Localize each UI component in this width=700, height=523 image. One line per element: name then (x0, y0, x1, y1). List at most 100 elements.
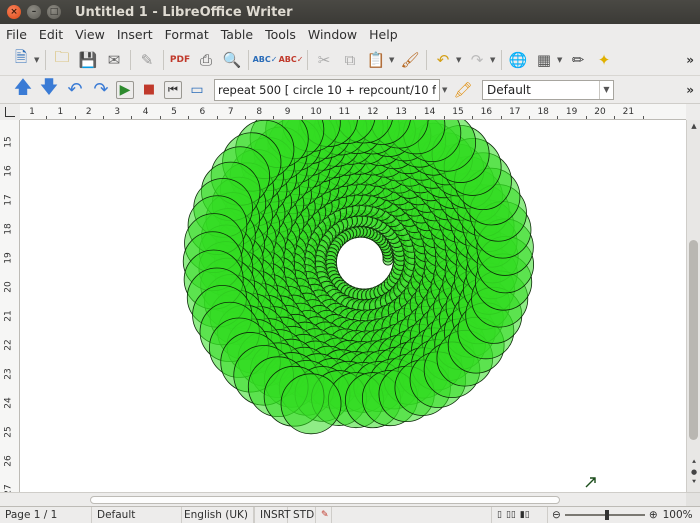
maximize-window-button[interactable]: □ (47, 5, 61, 19)
language-indicator[interactable]: English (UK) (182, 506, 254, 523)
window-title: Untitled 1 - LibreOffice Writer (75, 4, 293, 20)
ruler-tick (131, 116, 133, 119)
ruler-tick (273, 116, 275, 119)
autospell-icon[interactable]: ABC✓ (279, 49, 304, 71)
spiral-circle (280, 373, 342, 435)
menu-format[interactable]: Format (159, 27, 215, 42)
start-icon[interactable]: ▶ (116, 80, 134, 99)
menu-view[interactable]: View (69, 27, 111, 42)
title-bar: × – □ Untitled 1 - LibreOffice Writer (0, 0, 700, 24)
copy-icon[interactable]: ⧉ (339, 49, 361, 71)
ruler-number: 25 (3, 426, 14, 438)
ruler-number: 8 (256, 107, 263, 117)
book-view-icon[interactable]: ▮▯ (520, 510, 530, 520)
table-dropdown-icon[interactable]: ▼ (557, 56, 565, 64)
minimize-window-button[interactable]: – (27, 5, 41, 19)
horizontal-scroll-thumb[interactable] (90, 496, 560, 504)
paste-dropdown-icon[interactable]: ▼ (389, 56, 397, 64)
menu-table[interactable]: Table (215, 27, 259, 42)
command-dropdown-icon[interactable]: ▼ (442, 86, 450, 94)
redo-icon[interactable]: ↷ (466, 49, 488, 71)
zoom-level[interactable]: 100% (663, 509, 693, 521)
close-window-button[interactable]: × (7, 5, 21, 19)
ruler-number: 11 (338, 107, 351, 117)
export-pdf-icon[interactable]: PDF (169, 49, 191, 71)
table-icon[interactable]: ▦ (533, 49, 555, 71)
vertical-ruler[interactable]: 15 16 17 18 19 20 21 22 23 24 25 26 27 (0, 120, 20, 496)
selection-mode[interactable]: STD (288, 506, 316, 523)
email-icon[interactable]: ✉ (103, 49, 125, 71)
turn-left-icon[interactable]: ↶ (64, 79, 86, 101)
home-icon[interactable]: ⏮ (164, 80, 182, 99)
ruler-corner-right (686, 104, 700, 120)
open-icon[interactable]: 🗀 (51, 48, 73, 71)
menu-file[interactable]: File (0, 27, 33, 42)
circle-spiral (182, 120, 535, 435)
vertical-scroll-thumb[interactable] (689, 240, 698, 440)
menu-help[interactable]: Help (363, 27, 404, 42)
print-preview-icon[interactable]: 🔍 (221, 49, 243, 71)
navigation-icon[interactable]: ● (688, 468, 700, 478)
new-dropdown-icon[interactable]: ▼ (34, 56, 42, 64)
single-page-view-icon[interactable]: ▯ (497, 510, 502, 520)
ruler-number: 19 (565, 107, 578, 117)
paragraph-style-value: Default (487, 82, 531, 97)
drawing-icon[interactable]: ✏ (567, 49, 589, 71)
menu-tools[interactable]: Tools (259, 27, 302, 42)
stop-icon[interactable]: ■ (138, 79, 160, 101)
horizontal-ruler[interactable]: 1 1 2 3 4 5 6 7 8 9 10 11 12 13 14 15 16 17 18 19 20 21 (20, 104, 686, 120)
toolbar-overflow-icon[interactable]: » (686, 53, 694, 67)
page-count[interactable]: Page 1 / 1 (0, 506, 92, 523)
clear-screen-icon[interactable]: ▭ (186, 79, 208, 101)
ruler-number: 18 (537, 107, 549, 117)
toolbar-separator (163, 49, 164, 70)
menu-insert[interactable]: Insert (111, 27, 159, 42)
menu-window[interactable]: Window (302, 27, 363, 42)
chevron-down-icon[interactable]: ▼ (599, 80, 613, 99)
page-style[interactable]: Default (92, 506, 182, 523)
scroll-up-icon[interactable]: ▲ (688, 122, 700, 132)
toolbar-overflow-icon[interactable]: » (686, 83, 694, 97)
spellcheck-icon[interactable]: ABC✓ (253, 49, 278, 71)
zoom-out-icon[interactable]: ⊖ (552, 509, 561, 521)
cut-icon[interactable]: ✂ (313, 49, 335, 71)
ruler-tick (585, 116, 587, 119)
zoom-slider-handle[interactable] (604, 510, 609, 520)
menu-edit[interactable]: Edit (33, 27, 69, 42)
undo-icon[interactable]: ↶ (432, 49, 454, 71)
arrow-down-icon[interactable]: 🡇 (38, 77, 60, 101)
style-icon[interactable]: 🖍 (452, 79, 474, 101)
logo-command-input[interactable] (214, 78, 440, 101)
ruler-number: 19 (3, 252, 14, 264)
vertical-scrollbar[interactable]: ▲ ⯅ ● ⯆ (686, 120, 700, 492)
horizontal-scrollbar[interactable] (0, 492, 700, 507)
paragraph-style-select[interactable]: Default ▼ (482, 79, 614, 100)
ruler-tick (415, 116, 417, 119)
hyperlink-icon[interactable]: 🌐 (507, 49, 529, 71)
previous-page-icon[interactable]: ⯅ (688, 458, 700, 468)
print-icon[interactable]: ⎙ (195, 49, 217, 71)
ruler-number: 24 (3, 397, 14, 409)
multi-page-view-icon[interactable]: ▯▯ (506, 510, 516, 520)
save-icon[interactable]: 💾 (77, 49, 99, 71)
view-layout-icons[interactable]: ▯ ▯▯ ▮▯ (492, 506, 548, 523)
ruler-number: 20 (3, 281, 14, 293)
new-icon[interactable]: 🗎 (10, 48, 32, 71)
document-canvas[interactable] (20, 120, 686, 492)
clone-format-icon[interactable]: 🖌 (399, 49, 421, 71)
arrow-up-icon[interactable]: 🡅 (12, 77, 34, 101)
document-modified-icon[interactable]: ✎ (316, 506, 332, 523)
undo-dropdown-icon[interactable]: ▼ (456, 56, 464, 64)
paste-icon[interactable]: 📋 (365, 49, 387, 71)
ruler-tick (301, 116, 303, 119)
next-page-icon[interactable]: ⯆ (688, 478, 700, 488)
redo-dropdown-icon[interactable]: ▼ (490, 56, 498, 64)
turn-right-icon[interactable]: ↷ (90, 79, 112, 101)
zoom-in-icon[interactable]: ⊕ (649, 509, 658, 521)
insert-mode[interactable]: INSRT (254, 506, 291, 523)
zoom-slider[interactable] (564, 510, 645, 520)
edit-file-icon[interactable]: ✎ (136, 49, 158, 71)
navigator-icon[interactable]: ✦ (593, 49, 615, 71)
tab-stop-selector[interactable] (0, 104, 20, 120)
ruler-tick (472, 116, 474, 119)
